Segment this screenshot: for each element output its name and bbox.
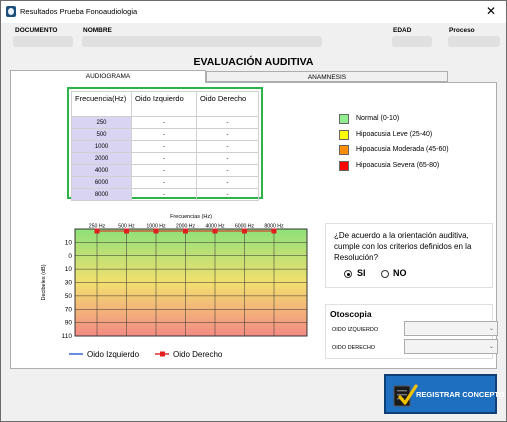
freq-cell: 4000: [71, 164, 132, 177]
radio-si[interactable]: [344, 270, 352, 278]
freq-cell: 250: [71, 116, 132, 129]
y-tick-label: 50: [65, 293, 73, 300]
app-window: Resultados Prueba Fonoaudiologia ✕ DOCUM…: [0, 0, 507, 422]
data-point: [212, 228, 218, 234]
x-axis-title: Frecuencias (Hz): [170, 214, 212, 220]
y-tick-label: 70: [65, 306, 73, 313]
data-point: [242, 228, 247, 234]
legend-label: Hipoacusia Leve (25-40): [356, 130, 433, 138]
freq-cell: 500: [71, 128, 132, 141]
data-point: [153, 228, 159, 234]
legend-marker-1: [160, 351, 165, 357]
freq-cell: 8000: [71, 188, 132, 201]
swatch-moderada: [339, 145, 349, 155]
edad-value-redacted: [392, 36, 432, 47]
legend-label-1: Oido Derecho: [173, 350, 223, 359]
left-ear-cell[interactable]: -: [131, 128, 197, 141]
y-tick-label: 10: [65, 239, 73, 246]
y-axis-title: Decibeles (dB): [41, 264, 47, 300]
otoscopia-box: Otoscopia OIDO IZQUIERDO ⌄ OIDO DERECHO …: [325, 304, 498, 359]
right-ear-cell[interactable]: -: [195, 176, 260, 189]
right-ear-cell[interactable]: -: [195, 188, 260, 201]
y-tick-label: 110: [62, 333, 73, 340]
oido-izquierdo-select[interactable]: ⌄: [404, 321, 498, 336]
legend-label-0: Oido Izquierdo: [87, 350, 140, 359]
frequency-table-box: Frecuencia(Hz) Oido Izquierdo Oido Derec…: [67, 87, 263, 201]
legend-label: Normal (0-10): [356, 115, 400, 122]
data-point: [271, 228, 277, 234]
tab-audiograma[interactable]: AUDIOGRAMA: [10, 70, 206, 83]
proceso-value-redacted: [448, 36, 500, 47]
frequency-table: Frecuencia(Hz) Oido Izquierdo Oido Derec…: [71, 91, 260, 201]
clipboard-check-icon: [393, 384, 418, 407]
title-bar: Resultados Prueba Fonoaudiologia ✕: [1, 1, 506, 23]
criteria-question: ¿De acuerdo a la orientación auditiva, c…: [334, 231, 472, 262]
data-point: [94, 228, 100, 234]
audiogram-chart: Frecuencias (Hz) 10 0 10 30 50 70 90 110 250 Hz 50…: [39, 209, 309, 366]
chevron-down-icon: ⌄: [488, 325, 494, 332]
otoscopia-title: Otoscopia: [330, 309, 372, 319]
right-ear-cell[interactable]: -: [195, 116, 260, 129]
proceso-label: Proceso: [449, 27, 475, 34]
nombre-label: NOMBRE: [83, 27, 112, 34]
left-ear-cell[interactable]: -: [131, 176, 197, 189]
col-header-oido-izquierdo: Oido Izquierdo: [131, 91, 197, 117]
page-title: EVALUACIÓN AUDITIVA: [193, 56, 314, 68]
close-button[interactable]: ✕: [484, 4, 498, 19]
freq-cell: 6000: [71, 176, 132, 189]
chevron-down-icon: ⌄: [488, 343, 494, 350]
oido-derecho-select[interactable]: ⌄: [404, 339, 498, 354]
y-tick-label: 10: [65, 266, 73, 273]
freq-cell: 1000: [71, 140, 132, 153]
edad-label: EDAD: [393, 27, 412, 34]
freq-cell: 2000: [71, 152, 132, 165]
col-header-frecuencia: Frecuencia(Hz): [71, 91, 132, 117]
legend-label: Hipoacusia Moderada (45-60): [356, 146, 449, 153]
data-point: [183, 228, 188, 234]
table-row: 500- -: [71, 128, 260, 141]
right-ear-cell[interactable]: -: [195, 128, 260, 141]
left-ear-cell[interactable]: -: [131, 152, 197, 165]
right-ear-cell[interactable]: -: [195, 164, 260, 177]
documento-value-redacted: [13, 36, 73, 47]
registrar-concepto-label: REGISTRAR CONCEPTO: [416, 390, 505, 399]
audiograma-panel: Frecuencia(Hz) Oido Izquierdo Oido Derec…: [10, 82, 498, 369]
criteria-question-box: ¿De acuerdo a la orientación auditiva, c…: [325, 223, 493, 288]
y-tick-label: 30: [65, 280, 73, 287]
oido-izquierdo-label: OIDO IZQUIERDO: [332, 327, 379, 333]
y-tick-label: 0: [68, 253, 72, 260]
audiogram-svg: Frecuencias (Hz)1001030507090110250 Hz 50…: [41, 214, 308, 359]
patient-header: DOCUMENTO NOMBRE EDAD Proceso: [2, 23, 505, 57]
oido-derecho-label: OIDO DERECHO: [332, 345, 376, 351]
left-ear-cell[interactable]: -: [131, 188, 197, 201]
nombre-value-redacted: [82, 36, 322, 47]
table-row: 8000- -: [71, 188, 260, 201]
window-title: Resultados Prueba Fonoaudiologia: [20, 7, 138, 16]
y-tick-label: 90: [65, 320, 73, 327]
legend-label: Hipoacusia Severa (65-80): [356, 161, 440, 169]
radio-no[interactable]: [381, 270, 389, 278]
registrar-concepto-button[interactable]: REGISTRAR CONCEPTO: [384, 374, 505, 414]
radio-si-label[interactable]: SI: [357, 268, 366, 278]
radio-no-label[interactable]: NO: [393, 268, 407, 278]
table-row: 1000- -: [71, 140, 260, 153]
tab-anamnesis[interactable]: ANAMNESIS: [206, 71, 448, 82]
table-row: 250- -: [71, 116, 260, 129]
right-ear-cell[interactable]: -: [195, 152, 260, 165]
data-point: [124, 228, 129, 234]
table-row: 6000- -: [71, 176, 260, 189]
left-ear-cell[interactable]: -: [131, 140, 197, 153]
swatch-severa: [339, 160, 349, 171]
app-icon: [6, 6, 16, 17]
right-ear-cell[interactable]: -: [195, 140, 260, 153]
documento-label: DOCUMENTO: [15, 27, 58, 34]
table-row: 4000- -: [71, 164, 260, 177]
left-ear-cell[interactable]: -: [131, 116, 197, 129]
swatch-normal: [339, 114, 349, 124]
table-row: 2000- -: [71, 152, 260, 165]
col-header-oido-derecho: Oido Derecho: [195, 91, 260, 117]
swatch-leve: [339, 129, 349, 140]
left-ear-cell[interactable]: -: [131, 164, 197, 177]
